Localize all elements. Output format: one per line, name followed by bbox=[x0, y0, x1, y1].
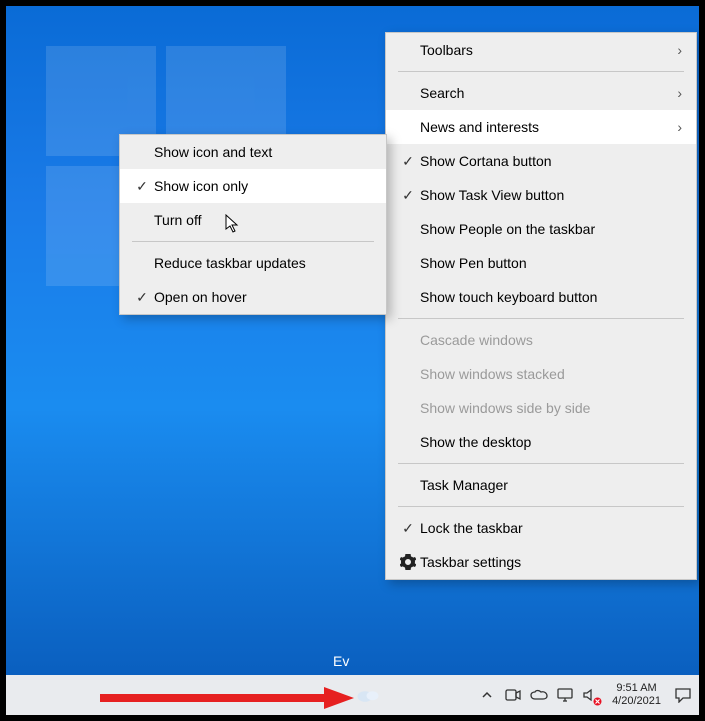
menu-label: Lock the taskbar bbox=[420, 520, 682, 536]
menu-item-task-view[interactable]: ✓Show Task View button bbox=[386, 178, 696, 212]
submenu-item-icon-text[interactable]: Show icon and text bbox=[120, 135, 386, 169]
check-icon: ✓ bbox=[130, 178, 154, 195]
menu-label: Show windows stacked bbox=[420, 366, 682, 382]
menu-item-news-interests[interactable]: News and interests› bbox=[386, 110, 696, 144]
desktop-watermark: Ev bbox=[333, 653, 349, 669]
menu-label: Open on hover bbox=[154, 289, 372, 305]
clock-date: 4/20/2021 bbox=[612, 695, 661, 708]
onedrive-icon[interactable] bbox=[530, 686, 548, 704]
menu-label: Show Task View button bbox=[420, 187, 682, 203]
weather-icon[interactable] bbox=[353, 675, 383, 715]
menu-label: Show windows side by side bbox=[420, 400, 682, 416]
check-icon: ✓ bbox=[396, 153, 420, 170]
menu-item-task-manager[interactable]: Task Manager bbox=[386, 468, 696, 502]
menu-item-lock-taskbar[interactable]: ✓Lock the taskbar bbox=[386, 511, 696, 545]
menu-label: Show the desktop bbox=[420, 434, 682, 450]
system-tray: 9:51 AM 4/20/2021 bbox=[478, 675, 693, 715]
check-icon: ✓ bbox=[396, 520, 420, 537]
chevron-right-icon: › bbox=[666, 85, 682, 101]
clock-time: 9:51 AM bbox=[616, 682, 656, 695]
tray-overflow-icon[interactable] bbox=[478, 686, 496, 704]
submenu-item-icon-only[interactable]: ✓Show icon only bbox=[120, 169, 386, 203]
menu-label: Cascade windows bbox=[420, 332, 682, 348]
menu-label: Reduce taskbar updates bbox=[154, 255, 372, 271]
volume-icon[interactable] bbox=[582, 686, 600, 704]
menu-item-touch-keyboard[interactable]: Show touch keyboard button bbox=[386, 280, 696, 314]
menu-label: News and interests bbox=[420, 119, 666, 135]
menu-separator bbox=[132, 241, 374, 242]
action-center-icon[interactable] bbox=[673, 686, 693, 704]
network-icon[interactable] bbox=[556, 686, 574, 704]
menu-label: Show icon and text bbox=[154, 144, 372, 160]
menu-label: Search bbox=[420, 85, 666, 101]
menu-label: Turn off bbox=[154, 212, 372, 228]
menu-label: Show Cortana button bbox=[420, 153, 682, 169]
check-icon: ✓ bbox=[130, 289, 154, 306]
menu-label: Show Pen button bbox=[420, 255, 682, 271]
gear-icon bbox=[396, 554, 420, 570]
menu-item-toolbars[interactable]: Toolbars› bbox=[386, 33, 696, 67]
meet-now-icon[interactable] bbox=[504, 686, 522, 704]
chevron-right-icon: › bbox=[666, 42, 682, 58]
menu-item-search[interactable]: Search› bbox=[386, 76, 696, 110]
menu-item-taskbar-settings[interactable]: Taskbar settings bbox=[386, 545, 696, 579]
menu-item-cortana[interactable]: ✓Show Cortana button bbox=[386, 144, 696, 178]
menu-separator bbox=[398, 506, 684, 507]
menu-label: Show People on the taskbar bbox=[420, 221, 682, 237]
submenu-item-open-hover[interactable]: ✓Open on hover bbox=[120, 280, 386, 314]
menu-item-pen[interactable]: Show Pen button bbox=[386, 246, 696, 280]
menu-item-people[interactable]: Show People on the taskbar bbox=[386, 212, 696, 246]
red-arrow-annotation bbox=[96, 685, 356, 711]
menu-item-show-desktop[interactable]: Show the desktop bbox=[386, 425, 696, 459]
taskbar-clock[interactable]: 9:51 AM 4/20/2021 bbox=[608, 682, 665, 708]
menu-separator bbox=[398, 463, 684, 464]
submenu-item-reduce-updates[interactable]: Reduce taskbar updates bbox=[120, 246, 386, 280]
menu-label: Taskbar settings bbox=[420, 554, 682, 570]
taskbar-context-menu: Toolbars› Search› News and interests› ✓S… bbox=[385, 32, 697, 580]
menu-item-side-by-side: Show windows side by side bbox=[386, 391, 696, 425]
menu-label: Show icon only bbox=[154, 178, 372, 194]
menu-label: Toolbars bbox=[420, 42, 666, 58]
cursor-icon bbox=[225, 214, 241, 232]
chevron-right-icon: › bbox=[666, 119, 682, 135]
check-icon: ✓ bbox=[396, 187, 420, 204]
menu-item-stacked: Show windows stacked bbox=[386, 357, 696, 391]
news-interests-submenu: Show icon and text ✓Show icon only Turn … bbox=[119, 134, 387, 315]
submenu-item-turn-off[interactable]: Turn off bbox=[120, 203, 386, 237]
menu-item-cascade: Cascade windows bbox=[386, 323, 696, 357]
menu-separator bbox=[398, 71, 684, 72]
menu-label: Show touch keyboard button bbox=[420, 289, 682, 305]
menu-label: Task Manager bbox=[420, 477, 682, 493]
menu-separator bbox=[398, 318, 684, 319]
